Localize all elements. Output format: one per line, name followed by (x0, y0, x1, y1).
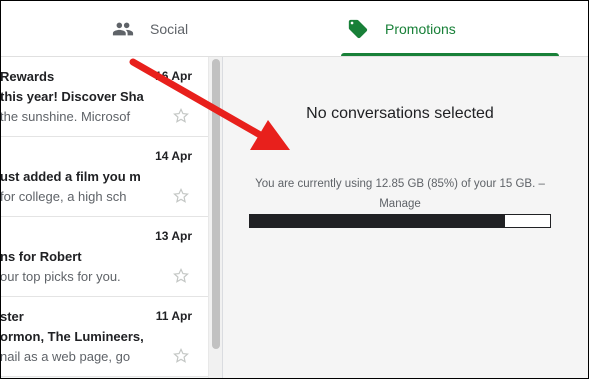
annotation-arrow (129, 58, 290, 150)
